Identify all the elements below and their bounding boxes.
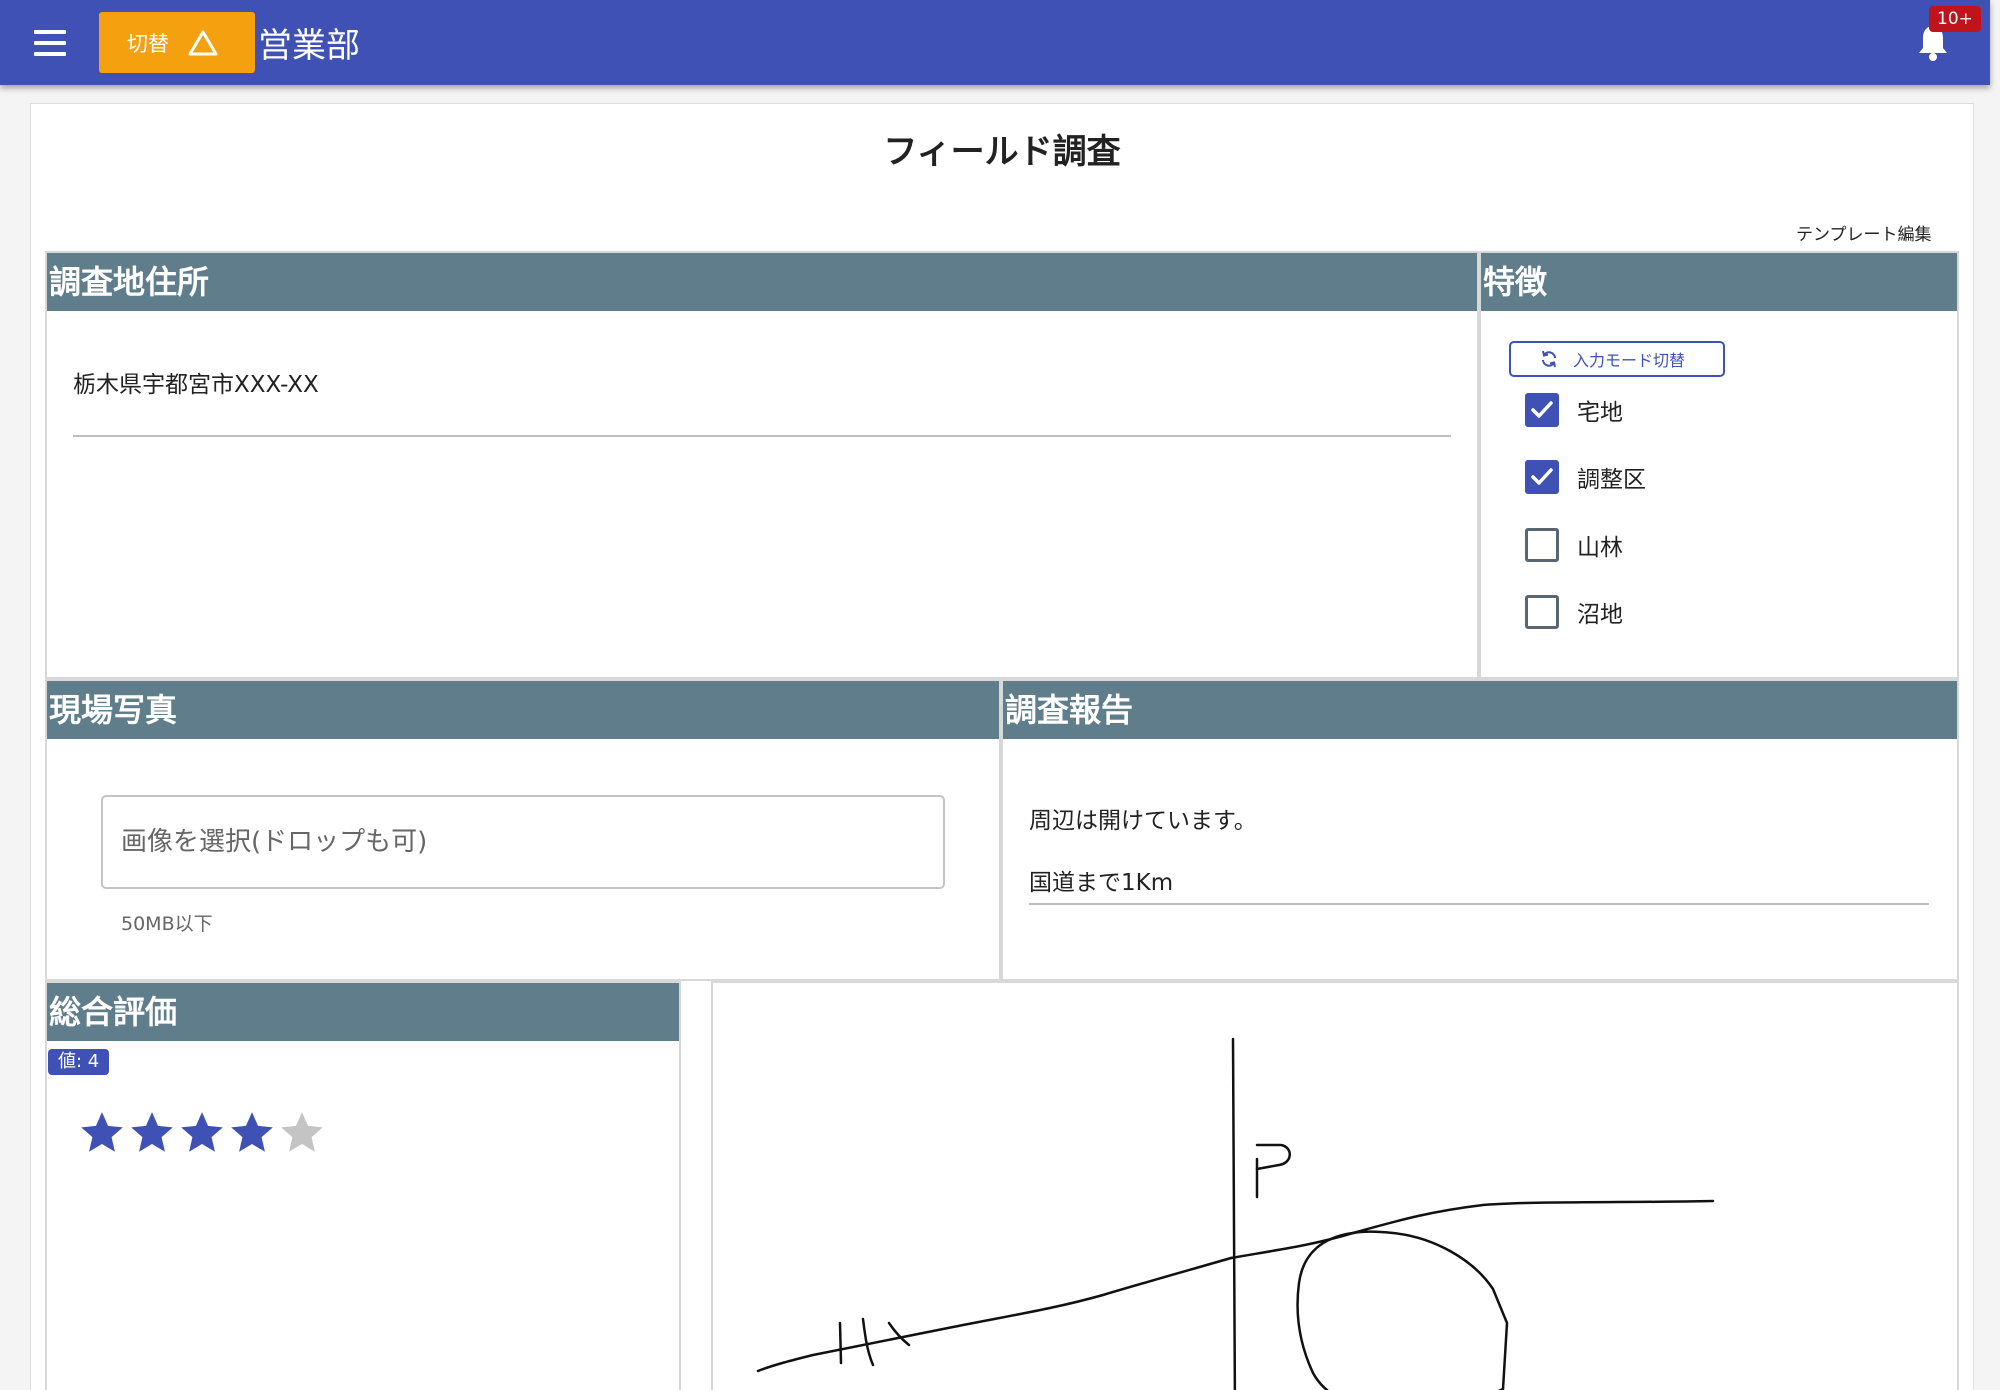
checkbox[interactable]: [1525, 528, 1559, 562]
address-field-underline: [73, 435, 1451, 437]
star-filled-icon[interactable]: [77, 1108, 127, 1158]
switch-button[interactable]: 切替: [99, 12, 255, 73]
feature-option-forest[interactable]: 山林: [1525, 528, 1623, 562]
warning-triangle-icon: [188, 30, 218, 55]
checkbox[interactable]: [1525, 460, 1559, 494]
feature-option-swamp[interactable]: 沼地: [1525, 595, 1623, 629]
template-edit-link[interactable]: テンプレート編集: [1796, 220, 1932, 245]
star-empty-icon[interactable]: [277, 1108, 327, 1158]
switch-button-label: 切替: [127, 31, 169, 56]
report-field-underline: [1029, 903, 1929, 905]
survey-form: フィールド調査 テンプレート編集 調査地住所 栃木県宇都宮市XXX-XX 特徴 …: [30, 103, 1974, 1390]
address-section: 調査地住所 栃木県宇都宮市XXX-XX: [45, 251, 1479, 679]
report-line[interactable]: 国道まで1Km: [1029, 863, 1173, 897]
input-mode-toggle-label: 入力モード切替: [1573, 351, 1686, 370]
feature-option-residential[interactable]: 宅地: [1525, 393, 1623, 427]
star-filled-icon[interactable]: [177, 1108, 227, 1158]
features-section: 特徴 入力モード切替 宅地 調整区 山林 沼地: [1479, 251, 1959, 679]
sketch-canvas[interactable]: [711, 981, 1959, 1390]
star-rating[interactable]: [77, 1108, 327, 1158]
page-title: フィールド調査: [883, 132, 1121, 172]
address-section-heading: 調査地住所: [47, 253, 1477, 311]
star-filled-icon[interactable]: [227, 1108, 277, 1158]
notification-badge: 10+: [1929, 6, 1981, 32]
hand-drawn-map-sketch: [756, 1037, 1715, 1390]
star-filled-icon[interactable]: [127, 1108, 177, 1158]
report-section: 調査報告 周辺は開けています。 国道まで1Km: [1001, 679, 1959, 981]
sync-icon: [1542, 350, 1556, 368]
photo-section: 現場写真 画像を選択(ドロップも可) 50MB以下: [45, 679, 1001, 981]
department-name: 営業部: [258, 26, 360, 66]
address-field[interactable]: 栃木県宇都宮市XXX-XX: [73, 365, 319, 399]
photo-section-heading: 現場写真: [47, 681, 999, 739]
checkbox[interactable]: [1525, 393, 1559, 427]
rating-value-badge: 値: 4: [48, 1049, 110, 1075]
feature-option-label: 宅地: [1577, 400, 1623, 426]
checkbox[interactable]: [1525, 595, 1559, 629]
feature-option-label: 沼地: [1577, 602, 1623, 628]
report-section-heading: 調査報告: [1003, 681, 1957, 739]
rating-section-heading: 総合評価: [47, 983, 679, 1041]
image-upload-dropzone[interactable]: 画像を選択(ドロップも可): [101, 795, 945, 889]
features-section-heading: 特徴: [1481, 253, 1957, 311]
feature-option-label: 調整区: [1577, 467, 1646, 493]
menu-icon[interactable]: [34, 30, 66, 56]
input-mode-toggle-button[interactable]: 入力モード切替: [1509, 341, 1725, 377]
feature-option-adjustment-zone[interactable]: 調整区: [1525, 460, 1646, 494]
report-line[interactable]: 周辺は開けています。: [1029, 801, 1257, 835]
upload-size-hint: 50MB以下: [121, 913, 213, 935]
app-bar: 切替 営業部 10+: [0, 0, 1990, 85]
feature-option-label: 山林: [1577, 535, 1623, 561]
rating-section: 総合評価 値: 4: [45, 981, 681, 1390]
